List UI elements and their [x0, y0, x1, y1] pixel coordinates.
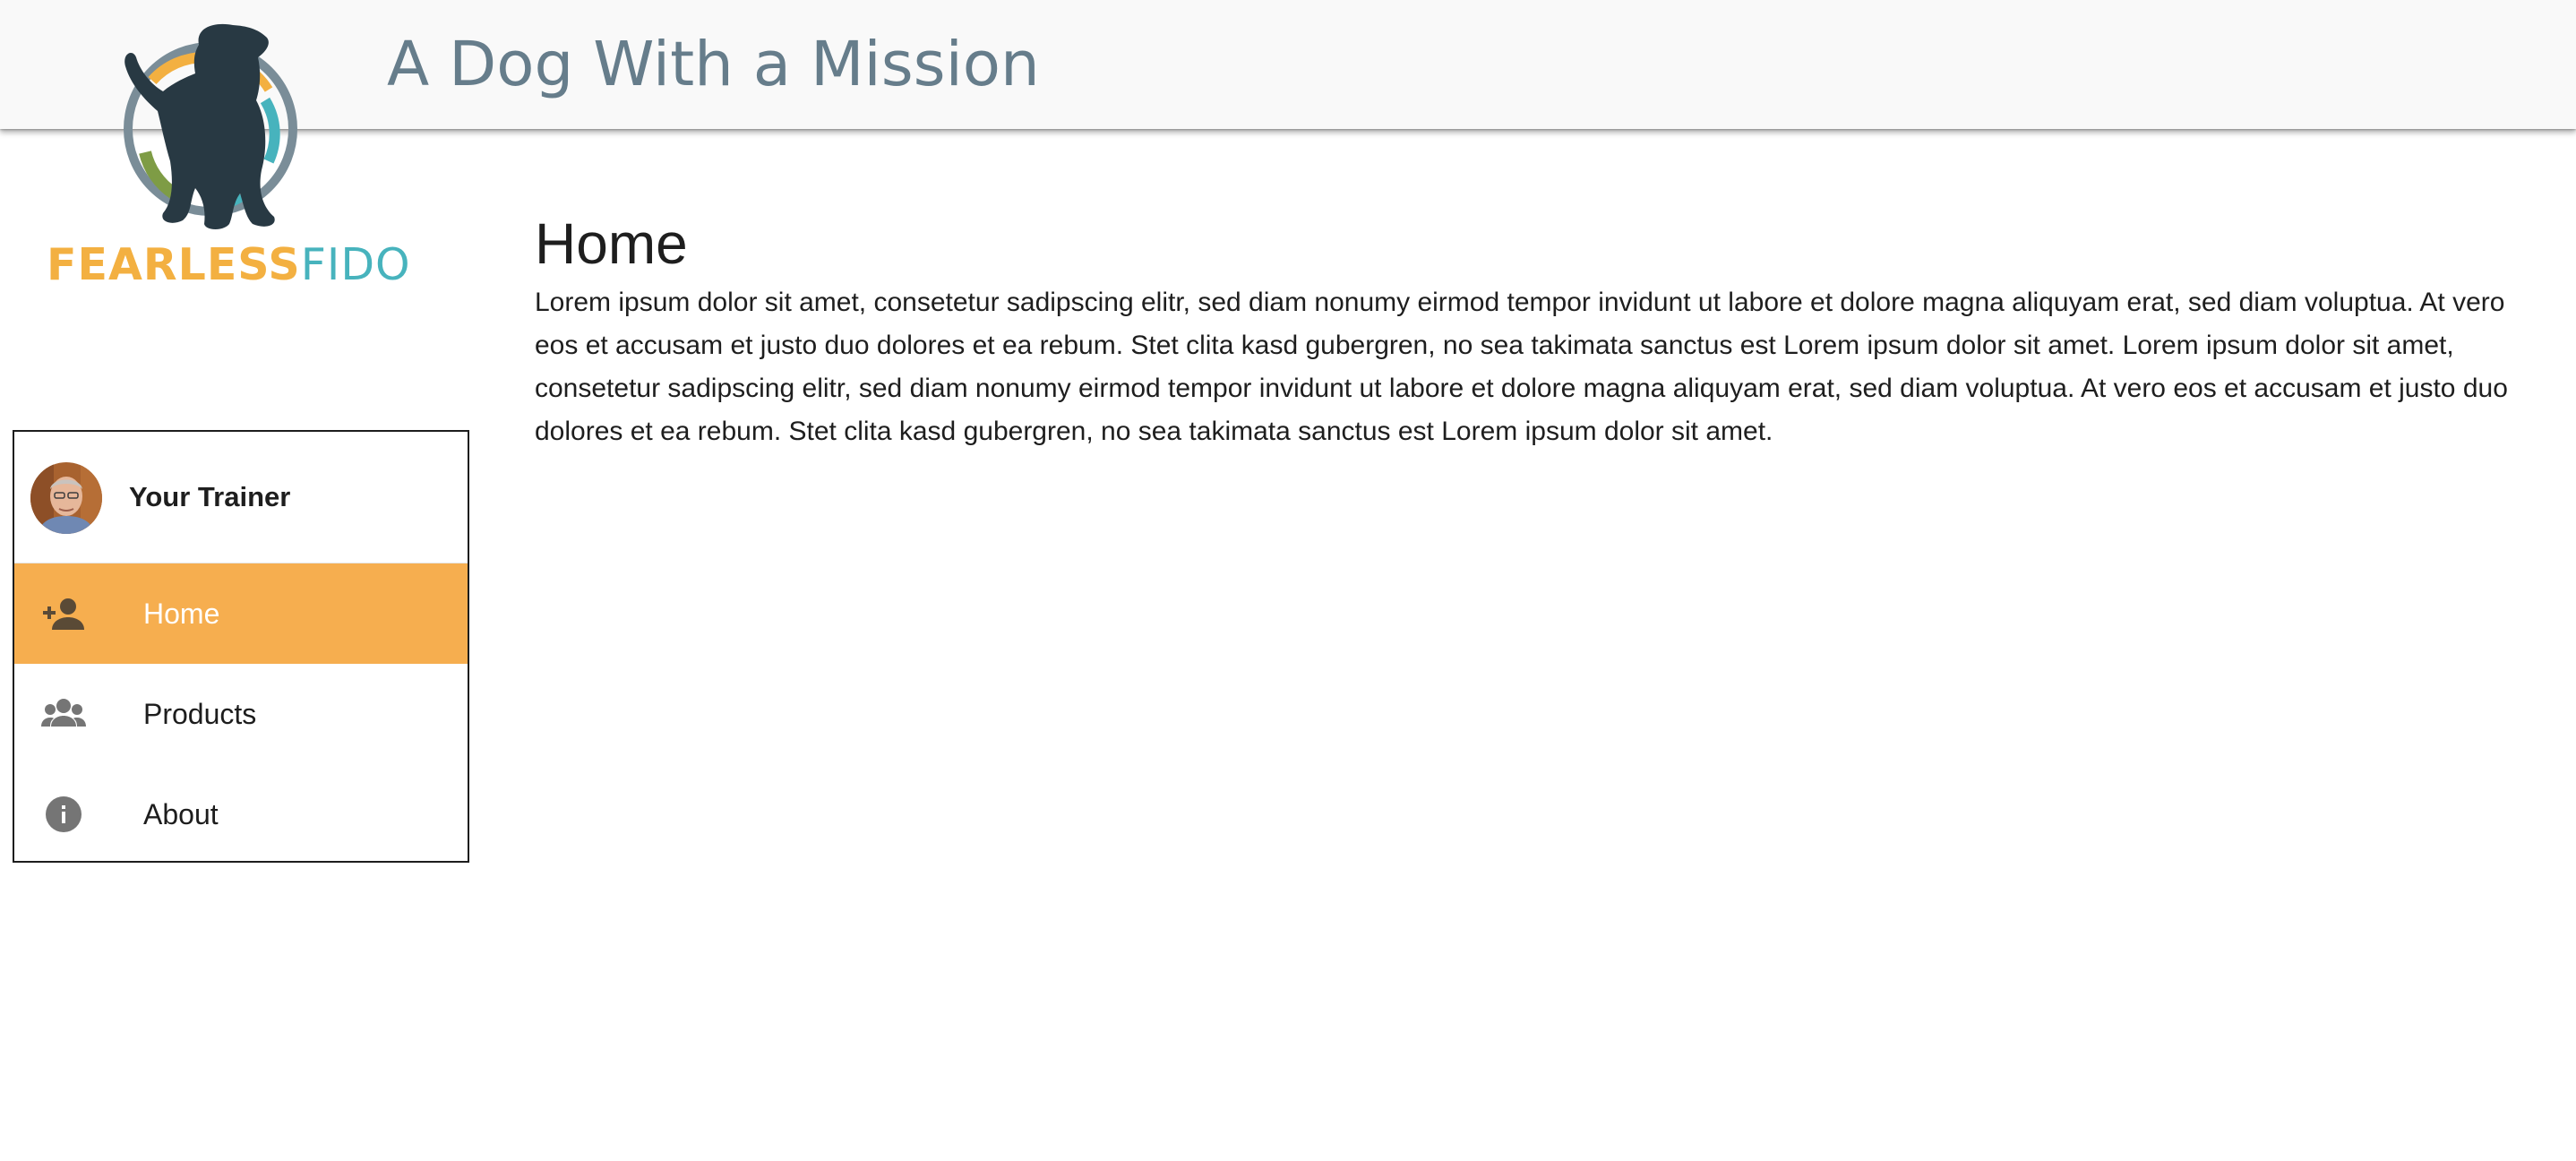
group-icon — [41, 699, 86, 727]
fearless-fido-logo[interactable]: FEARLESSFIDO — [36, 18, 410, 296]
page-title: Home — [535, 211, 688, 276]
main-content: Home Lorem ipsum dolor sit amet, consete… — [535, 208, 2541, 453]
sidebar-item-label: About — [143, 798, 219, 830]
trainer-avatar[interactable] — [30, 462, 102, 534]
logo-word-fido: FIDO — [300, 239, 411, 290]
sidebar-nav: Your Trainer Home Products About — [13, 430, 469, 863]
dog-silhouette-logo-icon — [124, 23, 297, 230]
sidebar-item-home[interactable]: Home — [14, 563, 468, 664]
info-icon — [46, 796, 82, 832]
app-header: A Dog With a Mission — [0, 0, 2576, 129]
app-title: A Dog With a Mission — [387, 29, 1040, 100]
logo-word-fearless: FEARLESS — [47, 239, 301, 290]
trainer-label: Your Trainer — [129, 481, 291, 512]
sidebar-item-label: Home — [143, 598, 220, 630]
sidebar-item-label: Products — [143, 698, 257, 730]
logo-wordmark: FEARLESSFIDO — [47, 240, 411, 290]
trainer-card[interactable]: Your Trainer — [14, 432, 468, 563]
sidebar-item-products[interactable]: Products — [14, 664, 468, 764]
sidebar-item-about[interactable]: About — [14, 764, 468, 864]
trainer-photo-icon — [30, 462, 102, 534]
page-body-text: Lorem ipsum dolor sit amet, consetetur s… — [535, 288, 2508, 446]
person-add-icon — [43, 598, 84, 630]
